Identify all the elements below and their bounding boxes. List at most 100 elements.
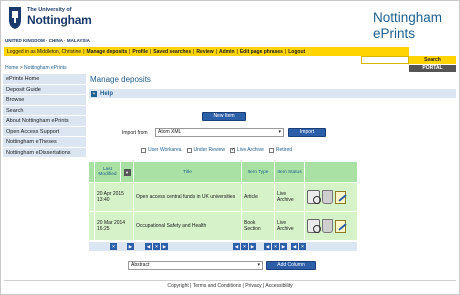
table-row[interactable]: 20 Apr 2015 13:40 Open access central fu… xyxy=(89,182,357,211)
sidebar-item-search[interactable]: Search xyxy=(3,105,86,116)
row-actions xyxy=(305,212,357,240)
new-item-button[interactable]: New Item xyxy=(202,112,246,121)
remove-column-icon[interactable]: ✕ xyxy=(241,243,248,250)
remove-column-icon[interactable]: ✕ xyxy=(110,243,117,250)
help-label[interactable]: Help xyxy=(100,91,113,97)
filter-under-review[interactable]: Under Review xyxy=(186,147,225,153)
checkbox-under-review[interactable] xyxy=(186,147,192,153)
breadcrumb-home[interactable]: Home xyxy=(5,65,18,71)
remove-column-icon[interactable]: ✕ xyxy=(299,243,306,250)
remove-column-icon[interactable]: ✕ xyxy=(153,243,160,250)
filter-label[interactable]: User Workarea xyxy=(148,147,182,153)
col-header-title[interactable]: Title xyxy=(134,162,242,182)
nav-separator: | xyxy=(284,48,287,55)
col-header-last-modified[interactable]: Last Modified xyxy=(95,162,121,182)
filter-label[interactable]: Live Archive xyxy=(237,147,264,153)
add-column-button[interactable]: Add Column xyxy=(266,261,316,270)
university-crest-icon xyxy=(9,7,21,29)
col-header-item-status[interactable]: Item Status xyxy=(275,162,305,182)
sidebar-item-etheses[interactable]: Nottingham eTheses xyxy=(3,137,86,148)
nav-separator: | xyxy=(83,48,85,55)
nav-separator: | xyxy=(193,48,195,55)
nav-separator: | xyxy=(236,48,238,55)
sidebar-item-deposit-guide[interactable]: Deposit Guide xyxy=(3,84,86,95)
sidebar-item-eprints-home[interactable]: ePrints Home xyxy=(3,74,86,85)
remove-column-icon[interactable]: ✕ xyxy=(272,243,279,250)
sidebar-item-browse[interactable]: Browse xyxy=(3,95,86,106)
footer-privacy[interactable]: Privacy xyxy=(245,283,261,289)
nav-edit-page-phrases[interactable]: Edit page phrases xyxy=(240,49,283,55)
delete-trash-icon[interactable] xyxy=(322,190,333,204)
footer-accessibility[interactable]: Accessibility xyxy=(265,283,292,289)
table-row[interactable]: 20 Mar 2014 16:25 Occupational Safety an… xyxy=(89,211,357,240)
chevron-down-icon: ▾ xyxy=(257,262,260,268)
sort-down-icon[interactable]: ▼ xyxy=(123,168,131,176)
move-column-left-icon[interactable]: ◀ xyxy=(145,243,152,250)
sidebar-item-edissertations[interactable]: Nottingham eDissertations xyxy=(3,147,86,158)
row-actions xyxy=(305,183,357,211)
chevron-down-icon: ▾ xyxy=(278,129,281,135)
footer-copyright[interactable]: Copyright xyxy=(167,283,188,289)
logo-text[interactable]: Nottingham xyxy=(27,13,92,27)
help-toggle-icon[interactable]: + xyxy=(91,90,97,97)
edit-pencil-icon[interactable] xyxy=(335,219,346,233)
search-input[interactable] xyxy=(361,56,409,64)
row-item-type: Book Section xyxy=(242,212,275,240)
page-title: Manage deposits xyxy=(90,75,151,84)
sidebar-item-about[interactable]: About Nottingham ePrints xyxy=(3,116,86,127)
checkbox-user-workarea[interactable] xyxy=(141,147,146,153)
help-bar[interactable]: + Help xyxy=(89,89,456,98)
nav-separator: | xyxy=(215,48,217,55)
checkbox-retired[interactable] xyxy=(268,147,274,153)
col-header-actions xyxy=(305,162,357,182)
import-format-select[interactable]: Atom XML ▾ xyxy=(155,128,284,137)
row-item-status: Live Archive xyxy=(275,183,305,211)
filter-label[interactable]: Retired xyxy=(276,147,292,153)
move-column-right-icon[interactable]: ▶ xyxy=(127,243,134,250)
move-column-left-icon[interactable]: ◀ xyxy=(233,243,240,250)
site-title-line2: ePrints xyxy=(373,26,416,41)
sidebar-item-open-access-support[interactable]: Open Access Support xyxy=(3,126,86,137)
sidebar: ePrints Home Deposit Guide Browse Search… xyxy=(3,74,86,158)
nav-separator: | xyxy=(149,48,152,55)
checkbox-live-archive[interactable]: ✓ xyxy=(229,147,235,153)
nav-profile[interactable]: Profile xyxy=(132,49,148,55)
import-from-label: Import from xyxy=(122,130,148,136)
row-item-type: Article xyxy=(242,183,275,211)
add-column-value: Abstract xyxy=(131,262,150,268)
nav-saved-searches[interactable]: Saved searches xyxy=(153,49,191,55)
nav-manage-deposits[interactable]: Manage deposits xyxy=(87,49,128,55)
filter-live-archive[interactable]: ✓ Live Archive xyxy=(229,147,264,153)
portal-button[interactable]: PORTAL xyxy=(409,65,456,72)
breadcrumb: Home > Nottingham ePrints xyxy=(5,65,67,71)
view-item-icon[interactable] xyxy=(307,190,321,204)
view-item-icon[interactable] xyxy=(307,219,321,233)
top-nav-bar: Logged in as Middleton, Christine | Mana… xyxy=(4,47,409,56)
move-column-left-icon[interactable]: ◀ xyxy=(264,243,271,250)
move-column-right-icon[interactable]: ▶ xyxy=(161,243,168,250)
site-title[interactable]: Nottingham ePrints xyxy=(373,10,442,42)
row-title: Occupational Safety and Health xyxy=(134,212,242,240)
import-button[interactable]: Import xyxy=(288,128,326,137)
footer-divider xyxy=(4,280,456,281)
move-column-left-icon[interactable]: ◀ xyxy=(291,243,298,250)
col-header-sort[interactable]: ▼ xyxy=(121,162,134,182)
row-item-status: Live Archive xyxy=(275,212,305,240)
row-last-modified: 20 Mar 2014 16:25 xyxy=(95,212,134,240)
nav-admin[interactable]: Admin xyxy=(219,49,235,55)
col-header-item-type[interactable]: Item Type xyxy=(242,162,275,182)
filter-retired[interactable]: Retired xyxy=(268,147,292,153)
add-column-select[interactable]: Abstract ▾ xyxy=(128,261,263,270)
nav-review[interactable]: Review xyxy=(196,49,213,55)
delete-trash-icon[interactable] xyxy=(322,219,333,233)
move-column-right-icon[interactable]: ▶ xyxy=(280,243,287,250)
filter-user-workarea[interactable]: User Workarea xyxy=(141,147,182,153)
deposits-table: Last Modified ▼ Title Item Type Item Sta… xyxy=(89,162,357,240)
nav-logout[interactable]: Logout xyxy=(288,49,305,55)
breadcrumb-current[interactable]: Nottingham ePrints xyxy=(24,65,67,71)
edit-pencil-icon[interactable] xyxy=(335,190,346,204)
move-column-right-icon[interactable]: ▶ xyxy=(249,243,256,250)
search-button[interactable]: Search xyxy=(409,56,456,64)
footer-terms[interactable]: Terms and Conditions xyxy=(193,283,241,289)
filter-label[interactable]: Under Review xyxy=(194,147,225,153)
